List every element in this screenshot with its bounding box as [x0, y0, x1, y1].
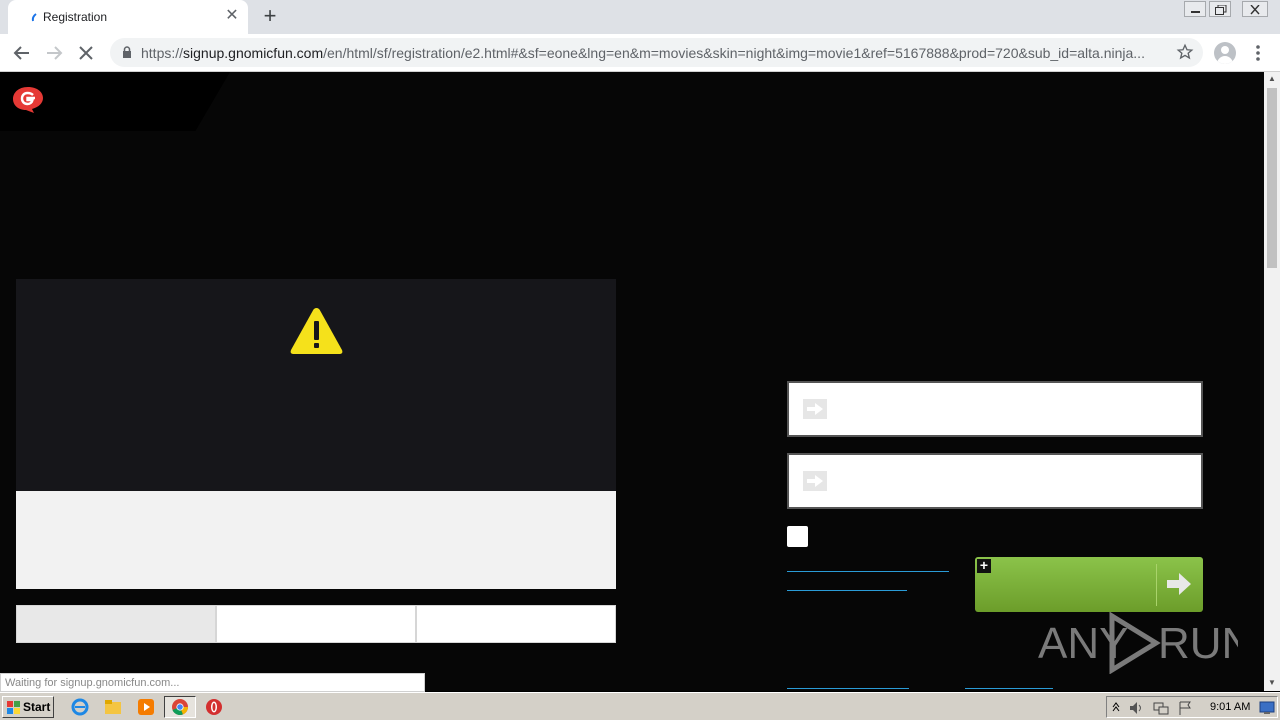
restore-button[interactable] [1209, 1, 1231, 17]
stop-loading-icon[interactable] [75, 42, 97, 64]
email-field[interactable] [787, 381, 1203, 437]
button-divider [1156, 564, 1157, 606]
plan-tab-1[interactable] [16, 605, 216, 643]
tab-close-icon[interactable]: ✕ [224, 8, 240, 24]
windows-logo-icon [7, 701, 20, 714]
lock-icon [123, 46, 131, 58]
scroll-thumb[interactable] [1267, 88, 1277, 268]
network-icon[interactable] [1153, 700, 1169, 716]
vertical-scrollbar[interactable]: ▲ ▼ [1264, 72, 1280, 691]
url-path: /en/html/sf/registration/e2.html#&sf=eon… [323, 45, 1145, 61]
kebab-menu-icon[interactable] [1250, 43, 1266, 63]
submit-button[interactable]: + [975, 557, 1203, 612]
password-field[interactable] [787, 453, 1203, 509]
url-host: signup.gnomicfun.com [183, 45, 324, 61]
minimize-icon [1191, 11, 1200, 13]
plan-tab-3[interactable] [416, 605, 616, 643]
system-tray: 9:01 AM [1106, 696, 1278, 718]
warning-panel [16, 279, 616, 491]
privacy-link[interactable] [787, 590, 907, 591]
browser-status-bubble: Waiting for signup.gnomicfun.com... [0, 673, 425, 692]
loading-spinner-icon [31, 13, 37, 22]
chrome-taskbar-button[interactable] [164, 696, 196, 718]
close-window-button[interactable] [1242, 1, 1268, 17]
volume-icon[interactable] [1129, 701, 1145, 715]
browser-tab[interactable]: Registration ✕ [8, 0, 248, 34]
web-page: + ANY RUN [0, 72, 1264, 691]
plan-tab-2[interactable] [216, 605, 416, 643]
terms-link[interactable] [787, 571, 949, 572]
taskbar-clock[interactable]: 9:01 AM [1210, 701, 1250, 713]
tab-title: Registration [43, 10, 108, 24]
browser-toolbar: https://signup.gnomicfun.com/en/html/sf/… [0, 34, 1280, 72]
anyrun-watermark: ANY RUN [1038, 612, 1238, 674]
close-icon [1250, 5, 1260, 15]
warning-triangle-icon [290, 308, 343, 354]
person-icon [1217, 46, 1233, 64]
chrome-icon [172, 699, 188, 716]
file-explorer-icon[interactable] [104, 698, 122, 716]
watermark-text-left: ANY [1038, 619, 1128, 668]
arrow-right-icon [803, 399, 827, 419]
arrow-right-icon [803, 471, 827, 491]
internet-explorer-icon[interactable] [71, 698, 89, 716]
screen: Registration ✕ + https://signup.gnomicfu… [0, 0, 1280, 720]
url-text: https://signup.gnomicfun.com/en/html/sf/… [141, 45, 1161, 61]
start-button[interactable]: Start [2, 696, 54, 718]
minimize-button[interactable] [1184, 1, 1206, 17]
content-box [16, 491, 616, 589]
scroll-down-icon[interactable]: ▼ [1268, 678, 1276, 687]
arrow-right-icon [1167, 573, 1191, 595]
url-scheme: https:// [141, 45, 184, 61]
new-tab-button[interactable]: + [260, 5, 280, 27]
restore-icon [1215, 5, 1227, 15]
bookmark-star-icon[interactable] [1176, 43, 1194, 61]
forward-arrow-icon[interactable] [43, 42, 65, 64]
media-player-icon[interactable] [137, 698, 155, 716]
back-arrow-icon[interactable] [11, 42, 33, 64]
scroll-up-icon[interactable]: ▲ [1268, 74, 1276, 83]
browser-tab-strip: Registration ✕ + [0, 0, 1280, 34]
show-hidden-icons-icon[interactable] [1111, 701, 1121, 713]
start-label: Start [23, 700, 51, 714]
footer-link-2[interactable] [965, 688, 1053, 689]
watermark-text-right: RUN [1158, 619, 1238, 668]
address-bar[interactable]: https://signup.gnomicfun.com/en/html/sf/… [110, 38, 1203, 67]
plan-tabs [16, 605, 616, 643]
show-desktop-icon[interactable] [1259, 700, 1275, 716]
site-logo-icon[interactable] [12, 86, 44, 114]
plus-icon: + [977, 558, 991, 573]
footer-link-1[interactable] [787, 688, 909, 689]
terms-checkbox[interactable] [787, 526, 808, 547]
windows-taskbar: Start 9:01 AM [0, 692, 1280, 720]
opera-icon[interactable] [205, 698, 223, 716]
profile-avatar-icon[interactable] [1214, 42, 1236, 64]
action-center-flag-icon[interactable] [1177, 700, 1193, 716]
